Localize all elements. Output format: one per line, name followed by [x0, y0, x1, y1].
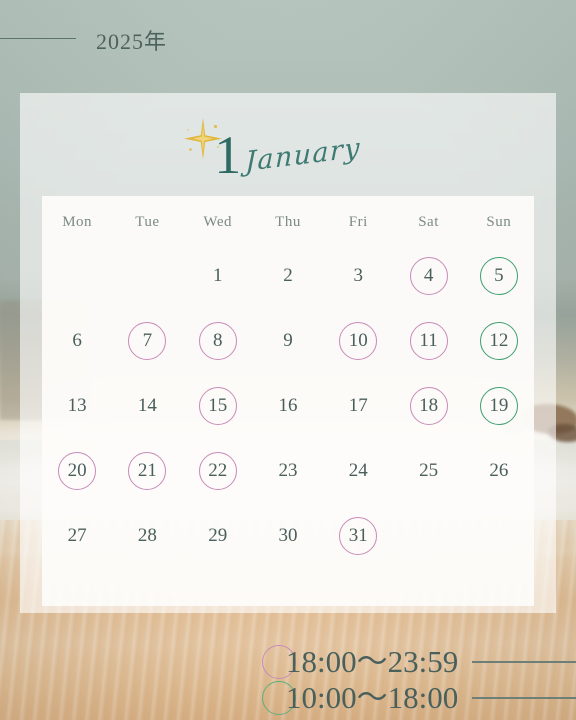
- day-cell[interactable]: 3: [323, 243, 393, 308]
- day-cell[interactable]: 1: [183, 243, 253, 308]
- day-number-marked-daytime: 12: [479, 321, 518, 360]
- weekday-header-sun: Sun: [486, 214, 512, 230]
- legend: 18:00～23:59 10:00～18:00: [0, 640, 576, 720]
- day-grid: 1 2 3 4 5 6 7 8 9 10 11 12 13 14 15 16 17 18 19 20 21 22 23 24 2…: [42, 243, 534, 568]
- day-number: 13: [67, 395, 87, 416]
- day-number: 9: [283, 330, 293, 351]
- day-cell[interactable]: 26: [464, 438, 534, 503]
- day-number: 24: [348, 460, 368, 481]
- day-cell[interactable]: 31: [323, 503, 393, 568]
- day-cell[interactable]: 4: [393, 243, 463, 308]
- day-cell[interactable]: 22: [183, 438, 253, 503]
- weekday-header-wed: Wed: [203, 214, 233, 230]
- day-cell[interactable]: 12: [464, 308, 534, 373]
- day-cell[interactable]: 19: [464, 373, 534, 438]
- day-cell-empty: [112, 243, 182, 308]
- day-cell[interactable]: 11: [393, 308, 463, 373]
- day-cell[interactable]: 10: [323, 308, 393, 373]
- day-cell[interactable]: 16: [253, 373, 323, 438]
- day-cell[interactable]: 5: [464, 243, 534, 308]
- calendar-card: 1 January Mon Tue Wed Thu Fri Sat Sun 12345678…: [20, 93, 556, 613]
- day-number: 23: [278, 460, 298, 481]
- weekday-header-fri: Fri: [348, 214, 368, 230]
- day-cell[interactable]: 21: [112, 438, 182, 503]
- day-number: 25: [419, 460, 439, 481]
- day-cell[interactable]: 14: [112, 373, 182, 438]
- day-number-marked-evening: 4: [409, 256, 448, 295]
- day-cell[interactable]: 15: [183, 373, 253, 438]
- weekday-header-thu: Thu: [275, 214, 301, 230]
- legend-rule-evening: [472, 661, 576, 663]
- day-number-marked-evening: 11: [409, 321, 448, 360]
- day-cell[interactable]: 6: [42, 308, 112, 373]
- header-rule: [0, 38, 76, 39]
- day-cell[interactable]: 28: [112, 503, 182, 568]
- day-cell[interactable]: 27: [42, 503, 112, 568]
- day-number: 3: [353, 265, 364, 286]
- day-number-marked-evening: 7: [128, 321, 167, 360]
- day-cell[interactable]: 13: [42, 373, 112, 438]
- day-number-marked-evening: 18: [409, 386, 448, 425]
- day-number-marked-evening: 31: [339, 516, 378, 555]
- calendar-grid-panel: Mon Tue Wed Thu Fri Sat Sun 1 2 3 4 5 6 7 8 9 10 11 12 13 1…: [42, 196, 534, 606]
- day-cell-empty: [393, 503, 463, 568]
- day-number-marked-evening: 21: [128, 451, 167, 490]
- sparkle-star-icon: [184, 118, 223, 160]
- day-cell[interactable]: 29: [183, 503, 253, 568]
- day-cell[interactable]: 9: [253, 308, 323, 373]
- month-name: January: [245, 132, 362, 178]
- legend-item-daytime: 10:00～18:00: [262, 680, 576, 716]
- weekday-header-sat: Sat: [418, 214, 439, 230]
- day-cell[interactable]: 20: [42, 438, 112, 503]
- page-header: 2025年: [0, 0, 576, 80]
- day-number: 29: [208, 525, 228, 546]
- legend-time-evening: 18:00～23:59: [286, 644, 459, 679]
- year-label: 2025年: [96, 29, 168, 54]
- day-cell[interactable]: 23: [253, 438, 323, 503]
- day-cell-empty: [464, 503, 534, 568]
- day-number: 27: [67, 525, 87, 546]
- legend-time-daytime: 10:00～18:00: [286, 680, 459, 715]
- day-cell[interactable]: 24: [323, 438, 393, 503]
- day-number: 2: [283, 265, 293, 286]
- weekday-header-mon: Mon: [62, 214, 93, 230]
- day-cell[interactable]: 8: [183, 308, 253, 373]
- day-cell-empty: [42, 243, 112, 308]
- day-number-marked-daytime: 19: [479, 386, 518, 425]
- day-number-marked-daytime: 5: [479, 256, 518, 295]
- day-number: 26: [489, 460, 509, 481]
- day-number-marked-evening: 8: [198, 321, 237, 360]
- day-number: 16: [278, 395, 298, 416]
- day-cell[interactable]: 30: [253, 503, 323, 568]
- legend-rule-daytime: [472, 697, 576, 699]
- weekday-header-tue: Tue: [135, 214, 160, 230]
- day-number-marked-evening: 22: [198, 451, 237, 490]
- day-number: 6: [72, 330, 82, 351]
- day-number: 1: [212, 265, 223, 286]
- legend-item-evening: 18:00～23:59: [262, 644, 576, 680]
- day-cell[interactable]: 2: [253, 243, 323, 308]
- day-number: 14: [137, 395, 157, 416]
- day-number: 30: [278, 525, 298, 546]
- day-cell[interactable]: 25: [393, 438, 463, 503]
- month-title: 1 January: [20, 115, 556, 195]
- day-cell[interactable]: 18: [393, 373, 463, 438]
- day-number: 17: [348, 395, 368, 416]
- day-number: 28: [137, 525, 157, 546]
- day-number-marked-evening: 20: [58, 451, 97, 490]
- day-cell[interactable]: 7: [112, 308, 182, 373]
- day-number-marked-evening: 15: [198, 386, 237, 425]
- weekday-header-row: Mon Tue Wed Thu Fri Sat Sun: [42, 196, 534, 231]
- day-cell[interactable]: 17: [323, 373, 393, 438]
- day-number-marked-evening: 10: [339, 321, 378, 360]
